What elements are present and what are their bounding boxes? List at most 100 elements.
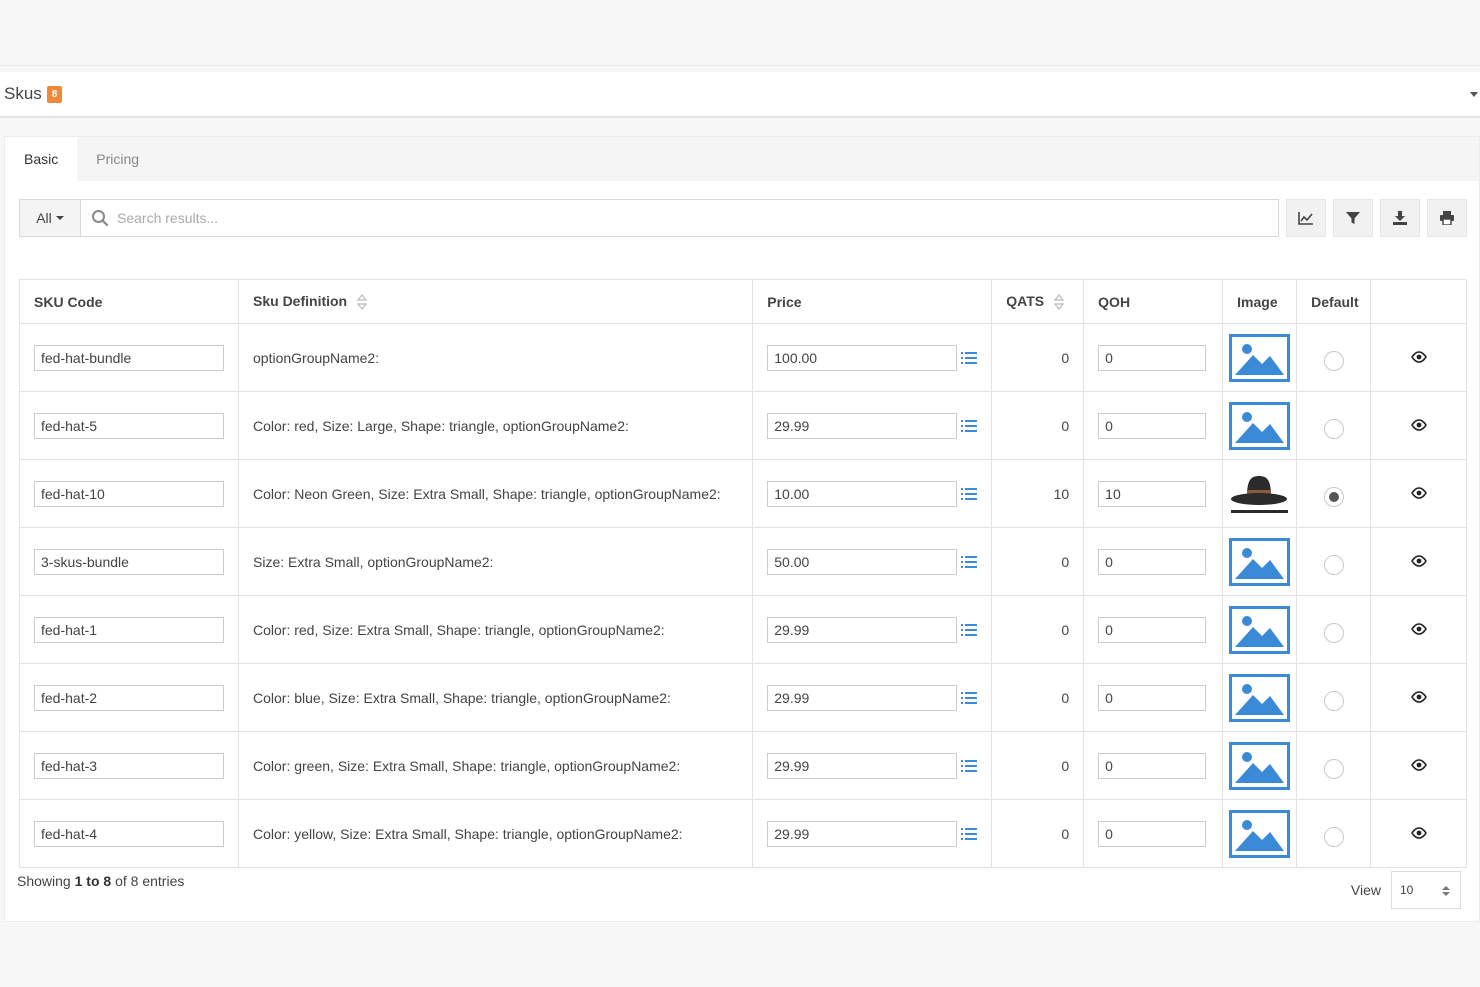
total-count: 8: [130, 873, 139, 889]
entries-word: entries: [142, 873, 185, 889]
page-size-select[interactable]: 10: [1391, 871, 1461, 909]
eye-icon[interactable]: [1410, 758, 1427, 771]
price-cell: [752, 391, 993, 460]
price-list-icon[interactable]: [961, 691, 978, 704]
search-group: All: [19, 199, 1279, 237]
qoh-input[interactable]: [1098, 752, 1207, 779]
sku-code-input[interactable]: [34, 752, 224, 779]
default-radio[interactable]: [1323, 758, 1344, 779]
price-input[interactable]: [767, 344, 958, 371]
eye-icon[interactable]: [1410, 690, 1427, 703]
price-input[interactable]: [767, 480, 958, 507]
search-icon: [92, 210, 109, 227]
search-box: [81, 200, 1278, 236]
print-button[interactable]: [1427, 199, 1467, 237]
eye-icon[interactable]: [1410, 350, 1427, 363]
column-header-sku-definition[interactable]: Sku Definition: [237, 279, 754, 324]
qoh-input[interactable]: [1098, 616, 1207, 643]
sku-code-input[interactable]: [34, 344, 224, 371]
price-cell: [752, 731, 993, 800]
sku-code-cell: [19, 799, 239, 868]
default-radio[interactable]: [1323, 554, 1344, 575]
qats-cell: 10: [991, 459, 1085, 528]
placeholder-image-icon[interactable]: [1229, 333, 1291, 382]
price-list-icon[interactable]: [961, 351, 978, 364]
column-header-qoh[interactable]: QOH: [1083, 279, 1224, 324]
qats-cell: 0: [991, 391, 1085, 460]
placeholder-image-icon[interactable]: [1229, 605, 1291, 654]
tab-basic[interactable]: Basic: [5, 137, 78, 181]
default-cell: [1296, 391, 1372, 460]
sku-code-input[interactable]: [34, 548, 224, 575]
placeholder-image-icon[interactable]: [1229, 809, 1291, 858]
placeholder-image-icon[interactable]: [1229, 741, 1291, 790]
default-cell: [1296, 323, 1372, 392]
price-list-icon[interactable]: [961, 759, 978, 772]
search-input[interactable]: [117, 210, 1017, 226]
qoh-input[interactable]: [1098, 344, 1207, 371]
sku-code-input[interactable]: [34, 616, 224, 643]
qoh-input[interactable]: [1098, 412, 1207, 439]
qoh-input[interactable]: [1098, 480, 1207, 507]
actions-cell: [1370, 323, 1467, 392]
filter-dropdown-label: All: [36, 210, 52, 226]
default-radio[interactable]: [1323, 826, 1344, 847]
table-row: Color: blue, Size: Extra Small, Shape: t…: [19, 663, 1467, 732]
sku-code-input[interactable]: [34, 684, 224, 711]
column-header-sku-code[interactable]: SKU Code: [19, 279, 239, 324]
image-cell: [1222, 731, 1298, 800]
chart-button[interactable]: [1286, 199, 1326, 237]
default-radio[interactable]: [1323, 418, 1344, 439]
price-input[interactable]: [767, 820, 958, 847]
price-input[interactable]: [767, 616, 958, 643]
tab-pricing[interactable]: Pricing: [77, 137, 158, 181]
placeholder-image-icon[interactable]: [1229, 401, 1291, 450]
bottom-strip: [0, 922, 1480, 987]
table-header-row: SKU Code Sku Definition Price QATS QOH I…: [19, 279, 1467, 324]
price-list-icon[interactable]: [961, 623, 978, 636]
sku-code-input[interactable]: [34, 820, 224, 847]
default-radio[interactable]: [1323, 690, 1344, 711]
price-input[interactable]: [767, 752, 958, 779]
page-size-control: View 10: [1351, 871, 1461, 909]
price-list-icon[interactable]: [961, 419, 978, 432]
image-cell: [1222, 527, 1298, 596]
download-button[interactable]: [1380, 199, 1420, 237]
price-list-icon[interactable]: [961, 555, 978, 568]
price-list-icon[interactable]: [961, 487, 978, 500]
default-radio-selected[interactable]: [1323, 486, 1344, 507]
default-radio[interactable]: [1323, 622, 1344, 643]
collapse-caret-icon[interactable]: [1470, 92, 1478, 97]
actions-cell: [1370, 799, 1467, 868]
qoh-input[interactable]: [1098, 820, 1207, 847]
qoh-input[interactable]: [1098, 548, 1207, 575]
skus-panel-header[interactable]: Skus 8: [0, 72, 1480, 118]
listing-toolbar: All: [19, 199, 1467, 237]
eye-icon[interactable]: [1410, 486, 1427, 499]
price-input[interactable]: [767, 684, 958, 711]
default-cell: [1296, 527, 1372, 596]
qoh-input[interactable]: [1098, 684, 1207, 711]
sku-code-input[interactable]: [34, 480, 224, 507]
select-arrows-icon: [1442, 886, 1450, 896]
sku-code-input[interactable]: [34, 412, 224, 439]
column-header-qats[interactable]: QATS: [991, 279, 1085, 324]
default-radio[interactable]: [1323, 350, 1344, 371]
eye-icon[interactable]: [1410, 622, 1427, 635]
filter-button[interactable]: [1333, 199, 1373, 237]
price-input[interactable]: [767, 548, 958, 575]
placeholder-image-icon[interactable]: [1229, 537, 1291, 586]
qats-cell: 0: [991, 799, 1085, 868]
actions-cell: [1370, 391, 1467, 460]
range-to-word: to: [86, 873, 100, 889]
eye-icon[interactable]: [1410, 418, 1427, 431]
eye-icon[interactable]: [1410, 826, 1427, 839]
sku-definition-cell: Color: Neon Green, Size: Extra Small, Sh…: [237, 459, 754, 528]
hat-image-icon[interactable]: [1229, 470, 1290, 518]
price-list-icon[interactable]: [961, 827, 978, 840]
price-input[interactable]: [767, 412, 958, 439]
eye-icon[interactable]: [1410, 554, 1427, 567]
filter-dropdown[interactable]: All: [20, 200, 81, 236]
placeholder-image-icon[interactable]: [1229, 673, 1291, 722]
column-header-price[interactable]: Price: [752, 279, 993, 324]
